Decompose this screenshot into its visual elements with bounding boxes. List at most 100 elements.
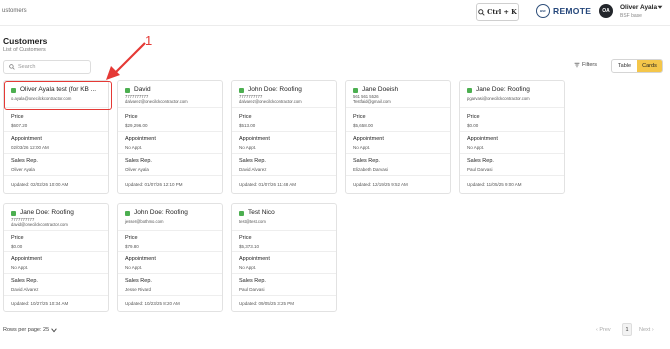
divider bbox=[118, 273, 222, 274]
status-dot bbox=[239, 88, 244, 93]
customer-card[interactable]: Oliver Ayala test (for KB ... o.ayala@on… bbox=[3, 80, 112, 194]
search-input[interactable] bbox=[18, 64, 88, 70]
user-name[interactable]: Oliver Ayala bbox=[620, 4, 657, 11]
prev-page-button[interactable]: ‹ Prev bbox=[596, 327, 620, 333]
divider bbox=[460, 175, 564, 176]
divider bbox=[118, 153, 222, 154]
customer-email: dalvarez@onecilckcontractor.com bbox=[125, 99, 188, 104]
rows-per-page-label: Rows per page: 25 bbox=[3, 327, 50, 333]
brand-name: REMOTE bbox=[553, 6, 592, 16]
customer-email: jesser@bothmo.com bbox=[125, 219, 164, 224]
sales-rep-value: Oliver Ayala bbox=[125, 167, 149, 172]
price-label: Price bbox=[11, 114, 24, 120]
annotation-arrow-icon bbox=[106, 42, 146, 80]
customer-name[interactable]: Jane Doe: Roofing bbox=[476, 86, 562, 93]
sales-rep-label: Sales Rep. bbox=[353, 158, 380, 164]
filters-button[interactable]: Filters bbox=[574, 62, 597, 68]
customer-name[interactable]: Jane Doeish bbox=[362, 86, 448, 93]
table-view-button[interactable]: Table bbox=[612, 60, 637, 72]
avatar[interactable]: OA bbox=[599, 4, 613, 18]
page-number-button[interactable]: 1 bbox=[622, 323, 632, 336]
price-value: $513.00 bbox=[239, 123, 256, 128]
status-dot bbox=[11, 211, 16, 216]
appointment-label: Appointment bbox=[239, 256, 270, 262]
sales-rep-value: Oliver Ayala bbox=[11, 167, 35, 172]
appointment-value: No Appt. bbox=[239, 265, 257, 270]
price-label: Price bbox=[11, 235, 24, 241]
appointment-label: Appointment bbox=[125, 136, 156, 142]
card-header bbox=[4, 81, 108, 108]
divider bbox=[118, 251, 222, 252]
chevron-down-icon[interactable] bbox=[657, 5, 663, 10]
customer-card[interactable]: Test Nico test@test.com Price $5,373.10 … bbox=[231, 203, 337, 312]
customer-email: test@test.com bbox=[239, 219, 266, 224]
appointment-label: Appointment bbox=[11, 256, 42, 262]
brand-logo[interactable]: BSF REMOTE bbox=[536, 4, 591, 18]
customer-name[interactable]: Test Nico bbox=[248, 209, 334, 216]
divider bbox=[346, 175, 450, 176]
updated-timestamp: Updated: 01/07/26 12:10 PM bbox=[125, 182, 183, 187]
divider bbox=[232, 273, 336, 274]
search-icon bbox=[9, 64, 15, 70]
sales-rep-value: Paul Darvasi bbox=[239, 287, 265, 292]
sales-rep-value: David Alvarez bbox=[239, 167, 267, 172]
appointment-value: No Appt. bbox=[353, 145, 371, 150]
appointment-label: Appointment bbox=[239, 136, 270, 142]
customer-name[interactable]: Oliver Ayala test (for KB ... bbox=[20, 86, 106, 93]
status-dot bbox=[125, 88, 130, 93]
price-value: $0.00 bbox=[467, 123, 479, 128]
top-bar: ustomers Ctrl + K BSF REMOTE OA Oliver A… bbox=[0, 0, 670, 26]
sales-rep-label: Sales Rep. bbox=[467, 158, 494, 164]
divider bbox=[346, 153, 450, 154]
sales-rep-label: Sales Rep. bbox=[11, 158, 38, 164]
price-label: Price bbox=[467, 114, 480, 120]
divider bbox=[232, 295, 336, 296]
sales-rep-label: Sales Rep. bbox=[239, 278, 266, 284]
divider bbox=[118, 175, 222, 176]
status-dot bbox=[125, 211, 130, 216]
updated-timestamp: Updated: 01/07/26 11:48 AM bbox=[239, 182, 296, 187]
appointment-value: No Appt. bbox=[239, 145, 257, 150]
search-field[interactable] bbox=[3, 60, 91, 74]
filter-icon bbox=[574, 62, 580, 68]
customer-name[interactable]: John Doe: Roofing bbox=[248, 86, 334, 93]
price-value: $5,658.00 bbox=[353, 123, 374, 128]
divider bbox=[4, 273, 108, 274]
customer-email: dalvarez@onecilckcontractor.com bbox=[239, 99, 302, 104]
appointment-value: No Appt. bbox=[467, 145, 485, 150]
customer-name[interactable]: Jane Doe: Roofing bbox=[20, 209, 106, 216]
price-value: $29,296.00 bbox=[125, 123, 148, 128]
customer-card[interactable]: Jane Doeish 561 561 5526 Testfaid@gmail.… bbox=[345, 80, 451, 194]
brand-seal: BSF bbox=[536, 4, 550, 18]
customer-card[interactable]: John Doe: Roofing 7777777777 dalvarez@on… bbox=[231, 80, 337, 194]
view-toggle: Table Cards bbox=[611, 59, 663, 73]
price-value: $607.20 bbox=[11, 123, 28, 128]
customer-name[interactable]: David bbox=[134, 86, 220, 93]
customer-email: pgarvasi@onecilckcontractor.com bbox=[467, 96, 530, 101]
divider bbox=[232, 131, 336, 132]
status-dot bbox=[353, 88, 358, 93]
appointment-label: Appointment bbox=[125, 256, 156, 262]
customer-card[interactable]: Jane Doe: Roofing 7777777777 david@oneci… bbox=[3, 203, 109, 312]
updated-timestamp: Updated: 09/05/25 3:25 PM bbox=[239, 301, 295, 306]
status-dot bbox=[11, 88, 16, 93]
sales-rep-value: Paul Darvasi bbox=[467, 167, 493, 172]
appointment-value: 02/03/26 12:00 AM bbox=[11, 145, 49, 150]
user-company: BSF base bbox=[620, 13, 642, 19]
rows-per-page-select[interactable]: Rows per page: 25 bbox=[3, 327, 57, 333]
updated-timestamp: Updated: 12/19/25 9:52 AM bbox=[353, 182, 408, 187]
divider bbox=[118, 295, 222, 296]
customer-name[interactable]: John Doe: Roofing bbox=[134, 209, 220, 216]
appointment-label: Appointment bbox=[467, 136, 498, 142]
command-search-button[interactable]: Ctrl + K bbox=[476, 3, 519, 21]
customer-card[interactable]: John Doe: Roofing jesser@bothmo.com Pric… bbox=[117, 203, 223, 312]
updated-timestamp: Updated: 10/27/25 10:34 AM bbox=[11, 301, 69, 306]
divider bbox=[232, 153, 336, 154]
customer-email: o.ayala@onecilckcontractor.com bbox=[11, 96, 72, 101]
customer-card[interactable]: Jane Doe: Roofing pgarvasi@onecilckcontr… bbox=[459, 80, 565, 194]
breadcrumb[interactable]: ustomers bbox=[2, 8, 27, 14]
updated-timestamp: Updated: 10/23/25 8:20 AM bbox=[125, 301, 180, 306]
cards-view-button[interactable]: Cards bbox=[637, 60, 662, 72]
next-page-button[interactable]: Next › bbox=[639, 327, 669, 333]
customer-card[interactable]: David 7777777777 dalvarez@onecilckcontra… bbox=[117, 80, 223, 194]
